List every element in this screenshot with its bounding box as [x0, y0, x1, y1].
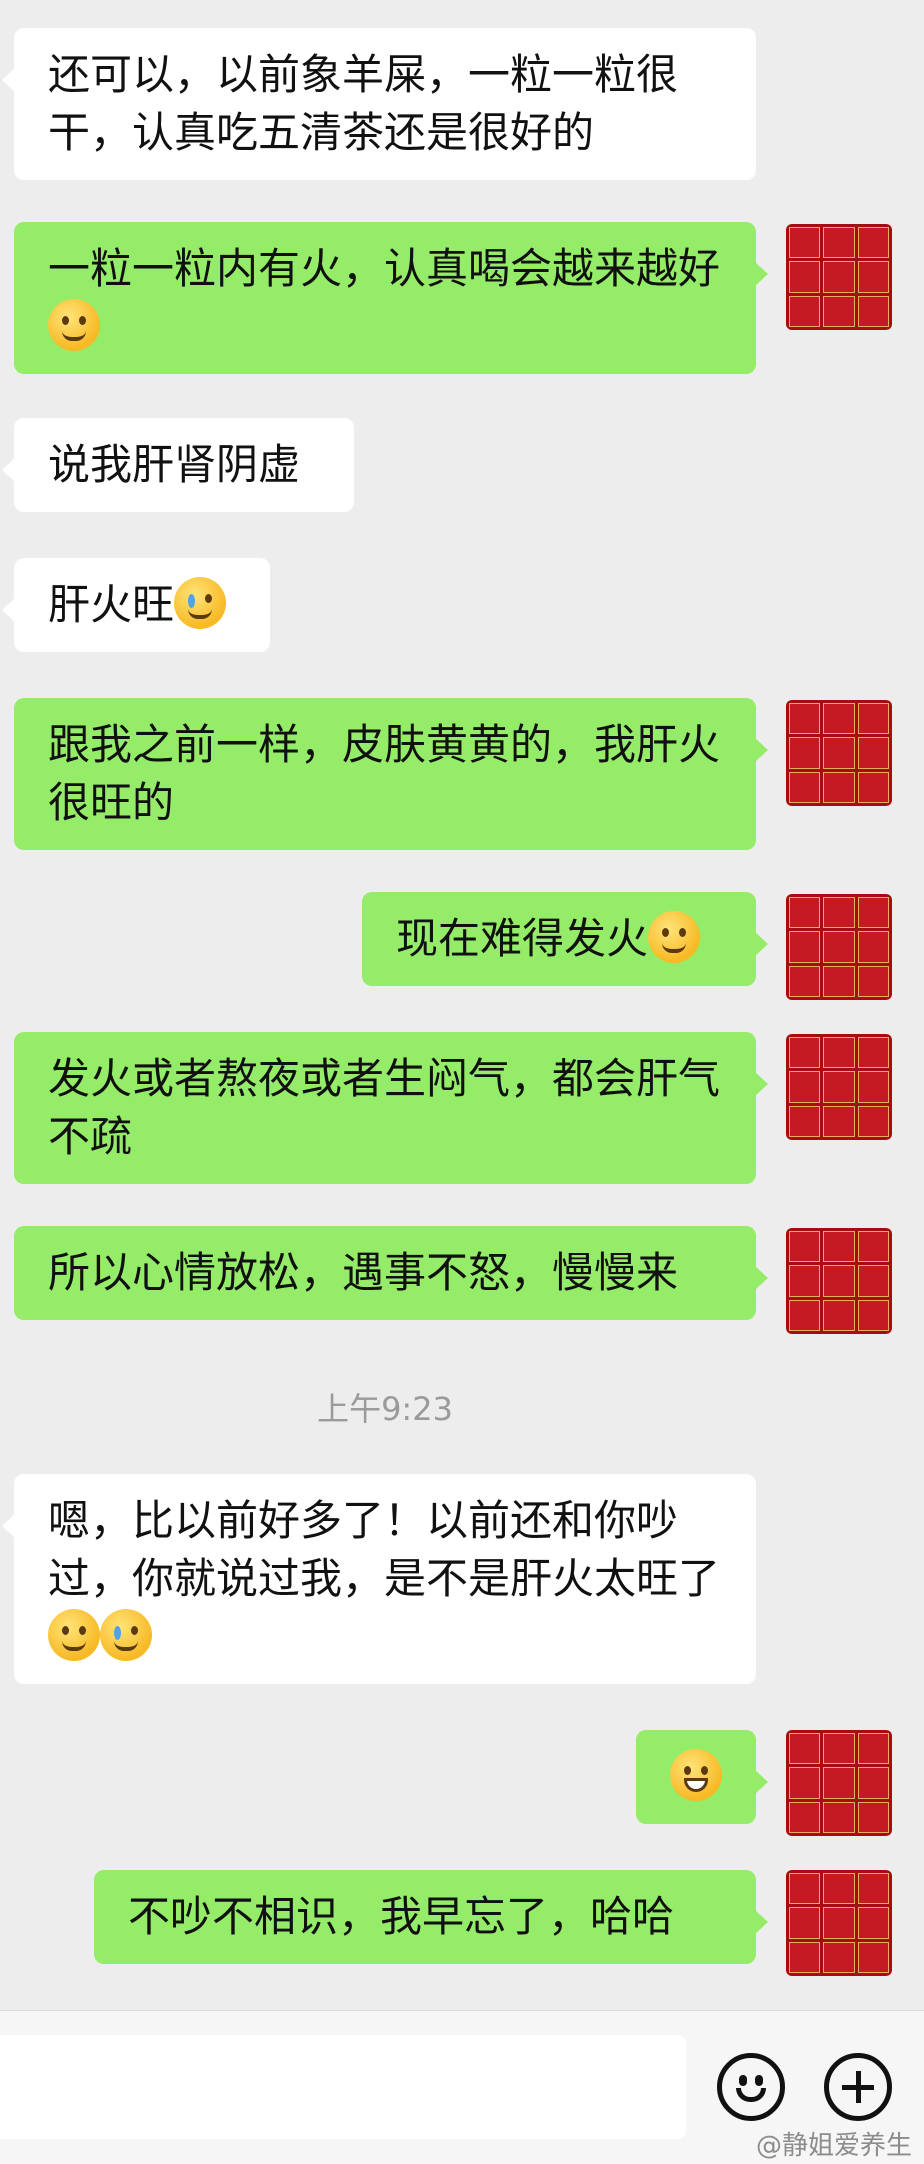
- grinning-face-emoji-icon: [670, 1749, 722, 1801]
- smirk-face-emoji-icon: [48, 299, 100, 351]
- avatar[interactable]: [786, 1034, 892, 1140]
- avatar[interactable]: [786, 1870, 892, 1976]
- crying-face-emoji-icon: [100, 1609, 152, 1661]
- message-bubble-incoming[interactable]: 说我肝肾阴虚: [2, 418, 354, 512]
- message-bubble-outgoing[interactable]: 现在难得发火: [362, 892, 768, 986]
- message-text: 嗯，比以前好多了！以前还和你吵过，你就说过我，是不是肝火太旺了: [48, 1496, 721, 1603]
- message-bubble-incoming[interactable]: 肝火旺: [2, 558, 270, 652]
- timestamp: 上午9:23: [317, 1390, 453, 1428]
- chat-area[interactable]: 还可以，以前象羊屎，一粒一粒很干，认真吃五清茶还是很好的 一粒一粒内有火，认真喝…: [0, 0, 924, 2010]
- message-text: 所以心情放松，遇事不怒，慢慢来: [48, 1248, 679, 1297]
- message-text: 还可以，以前象羊屎，一粒一粒很干，认真吃五清茶还是很好的: [48, 50, 679, 157]
- avatar[interactable]: [786, 1228, 892, 1334]
- message-text: 不吵不相识，我早忘了，哈哈: [128, 1892, 675, 1941]
- message-bubble-incoming[interactable]: 嗯，比以前好多了！以前还和你吵过，你就说过我，是不是肝火太旺了: [2, 1474, 756, 1684]
- avatar[interactable]: [786, 700, 892, 806]
- message-bubble-outgoing[interactable]: [636, 1730, 768, 1824]
- message-bubble-outgoing[interactable]: 发火或者熬夜或者生闷气，都会肝气不疏: [14, 1032, 768, 1184]
- message-input[interactable]: [0, 2035, 686, 2139]
- avatar[interactable]: [786, 894, 892, 1000]
- watermark: @静姐爱养生: [755, 2131, 912, 2161]
- hand-over-mouth-emoji-icon: [48, 1609, 100, 1661]
- message-bubble-incoming[interactable]: 还可以，以前象羊屎，一粒一粒很干，认真吃五清茶还是很好的: [2, 28, 756, 180]
- message-text: 跟我之前一样，皮肤黄黄的，我肝火很旺的: [48, 720, 721, 827]
- message-text: 发火或者熬夜或者生闷气，都会肝气不疏: [48, 1054, 721, 1161]
- input-bar: @静姐爱养生: [0, 2010, 924, 2164]
- smile-icon[interactable]: [717, 2053, 785, 2121]
- message-text: 肝火旺: [48, 580, 175, 629]
- message-bubble-outgoing[interactable]: 所以心情放松，遇事不怒，慢慢来: [14, 1226, 768, 1320]
- message-text: 说我肝肾阴虚: [48, 440, 301, 489]
- avatar[interactable]: [786, 1730, 892, 1836]
- message-text: 现在难得发火: [396, 914, 649, 963]
- message-bubble-outgoing[interactable]: 跟我之前一样，皮肤黄黄的，我肝火很旺的: [14, 698, 768, 850]
- winking-face-emoji-icon: [648, 911, 701, 963]
- message-bubble-outgoing[interactable]: 一粒一粒内有火，认真喝会越来越好: [14, 222, 768, 374]
- avatar[interactable]: [786, 224, 892, 330]
- message-bubble-outgoing[interactable]: 不吵不相识，我早忘了，哈哈: [94, 1870, 768, 1964]
- plus-icon[interactable]: [824, 2053, 892, 2121]
- message-text: 一粒一粒内有火，认真喝会越来越好: [48, 244, 721, 293]
- crying-face-emoji-icon: [174, 577, 227, 629]
